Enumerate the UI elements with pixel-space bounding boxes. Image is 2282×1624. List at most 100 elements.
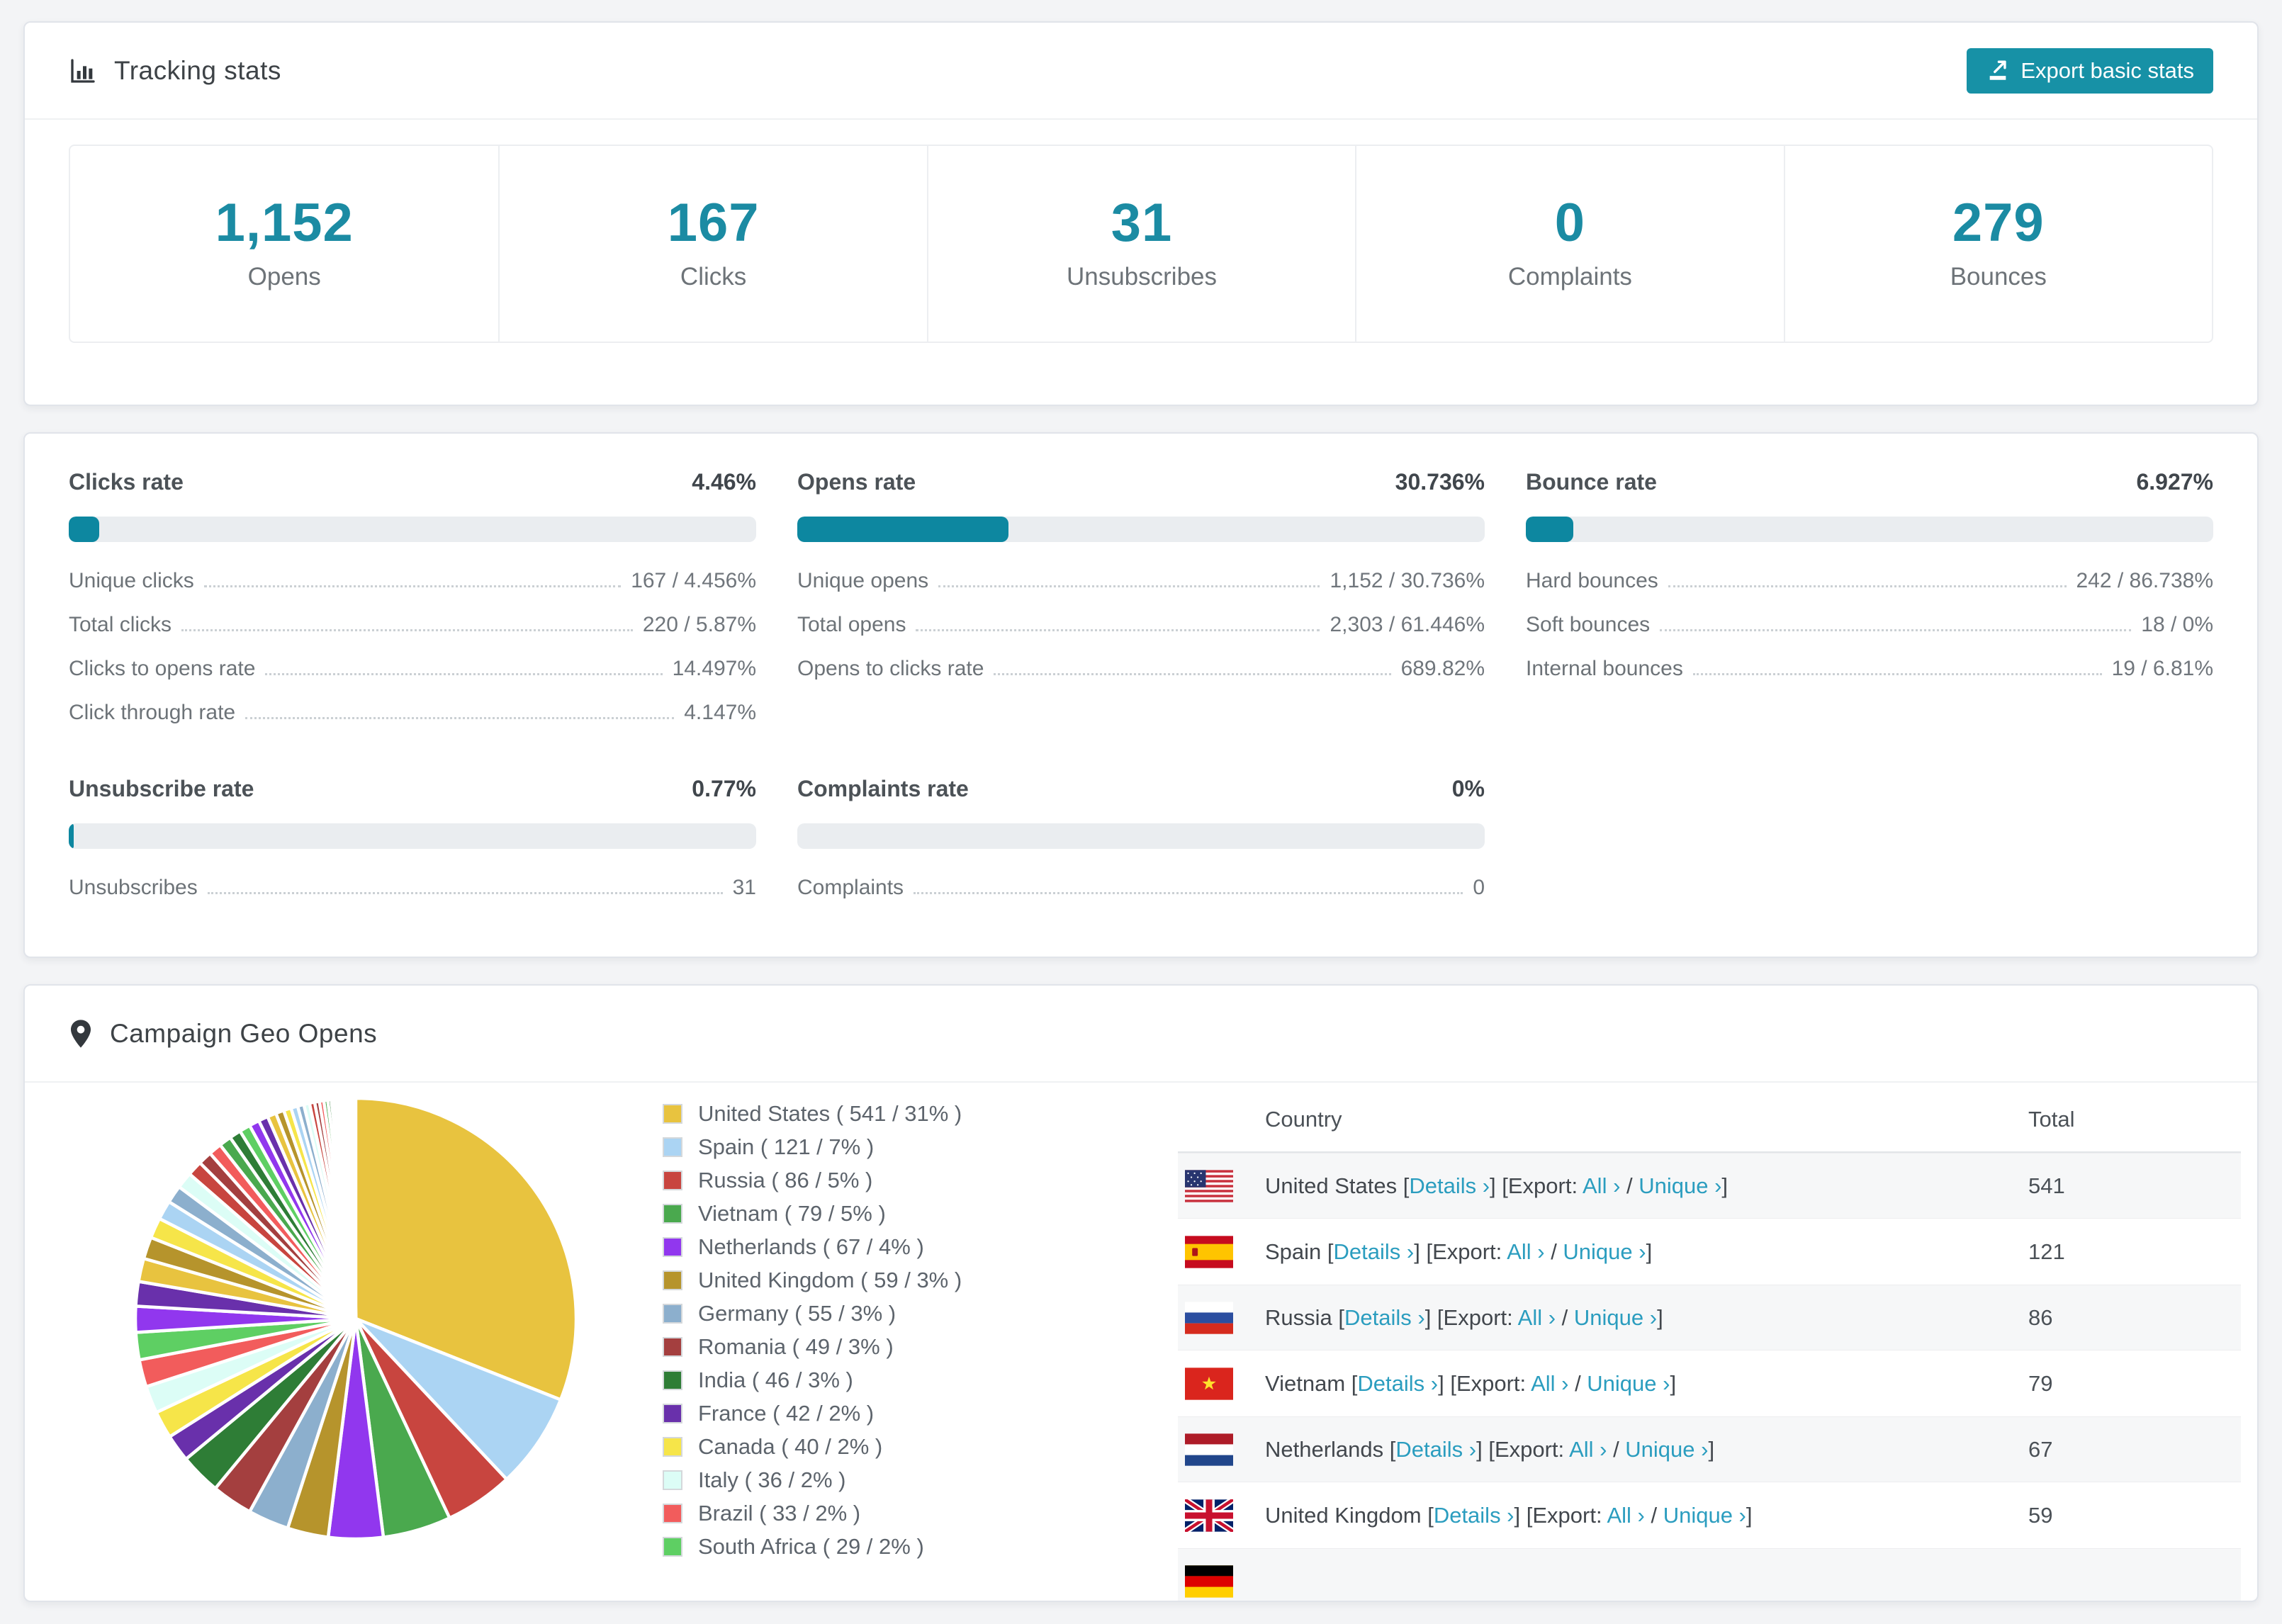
legend-item: Russia ( 86 / 5% ) bbox=[663, 1168, 962, 1193]
flag-gb-icon bbox=[1185, 1499, 1233, 1532]
rate-stat-value: 2,303 / 61.446% bbox=[1330, 613, 1485, 636]
geo-opens-table: Country Total United States [Details ›] [E… bbox=[1178, 1087, 2241, 1601]
rate-stat-row: Complaints 0 bbox=[797, 866, 1485, 910]
legend-item: Netherlands ( 67 / 4% ) bbox=[663, 1234, 962, 1260]
legend-swatch-icon bbox=[663, 1237, 682, 1257]
rate-stat-label: Click through rate bbox=[69, 701, 236, 724]
dotted-leader bbox=[207, 892, 723, 894]
details-link[interactable]: Details › bbox=[1395, 1437, 1476, 1462]
rate-stat-row: Click through rate 4.147% bbox=[69, 691, 756, 735]
legend-item: Romania ( 49 / 3% ) bbox=[663, 1334, 962, 1360]
summary-stat-label: Clicks bbox=[680, 263, 747, 291]
country-name: Vietnam bbox=[1265, 1370, 1351, 1396]
rate-section: Clicks rate 4.46% Unique clicks 167 / 4.… bbox=[69, 469, 756, 735]
rate-stat-label: Unique clicks bbox=[69, 569, 194, 592]
rate-stat-value: 167 / 4.456% bbox=[631, 569, 756, 592]
details-link[interactable]: Details › bbox=[1409, 1173, 1490, 1198]
rate-stat-label: Unsubscribes bbox=[69, 876, 198, 899]
export-unique-link[interactable]: Unique › bbox=[1587, 1371, 1670, 1396]
total-cell: 67 bbox=[2028, 1436, 2053, 1462]
flag-nl-icon bbox=[1185, 1433, 1233, 1466]
legend-label: Brazil ( 33 / 2% ) bbox=[698, 1501, 861, 1526]
rate-stat-value: 242 / 86.738% bbox=[2076, 569, 2214, 592]
legend-item: France ( 42 / 2% ) bbox=[663, 1401, 962, 1426]
export-all-link[interactable]: All › bbox=[1531, 1371, 1568, 1396]
pie-legend: United States ( 541 / 31% ) Spain ( 121 … bbox=[663, 1101, 962, 1567]
export-all-link[interactable]: All › bbox=[1607, 1503, 1644, 1528]
rate-section: Opens rate 30.736% Unique opens 1,152 / … bbox=[797, 469, 1485, 735]
rates-grid: Clicks rate 4.46% Unique clicks 167 / 4.… bbox=[69, 469, 2213, 910]
country-name: Netherlands bbox=[1265, 1436, 1390, 1462]
export-all-link[interactable]: All › bbox=[1569, 1437, 1607, 1462]
rate-stat-value: 18 / 0% bbox=[2141, 613, 2213, 636]
legend-swatch-icon bbox=[663, 1104, 682, 1124]
legend-item: Brazil ( 33 / 2% ) bbox=[663, 1501, 962, 1526]
legend-swatch-icon bbox=[663, 1337, 682, 1357]
bracket-text: ] bbox=[1746, 1502, 1753, 1528]
legend-label: Italy ( 36 / 2% ) bbox=[698, 1467, 846, 1492]
rate-stat-row: Unsubscribes 31 bbox=[69, 866, 756, 910]
flag-vn-icon bbox=[1185, 1367, 1233, 1400]
rate-progress-bar bbox=[1526, 517, 2213, 542]
rate-title: Opens rate bbox=[797, 469, 916, 495]
rates-card: Clicks rate 4.46% Unique clicks 167 / 4.… bbox=[23, 432, 2259, 958]
legend-label: United Kingdom ( 59 / 3% ) bbox=[698, 1268, 962, 1292]
details-link[interactable]: Details › bbox=[1344, 1305, 1425, 1330]
slash-text: / bbox=[1568, 1370, 1587, 1396]
export-unique-link[interactable]: Unique › bbox=[1563, 1239, 1646, 1264]
rate-stat-value: 220 / 5.87% bbox=[642, 613, 756, 636]
legend-item: Germany ( 55 / 3% ) bbox=[663, 1301, 962, 1326]
legend-item: United Kingdom ( 59 / 3% ) bbox=[663, 1268, 962, 1293]
dotted-leader bbox=[1692, 673, 2102, 675]
rate-section: Bounce rate 6.927% Hard bounces 242 / 86… bbox=[1526, 469, 2213, 735]
export-button-label: Export basic stats bbox=[2020, 57, 2194, 83]
country-cell: Netherlands [Details ›] [Export: All › /… bbox=[1265, 1437, 2028, 1462]
legend-label: Russia ( 86 / 5% ) bbox=[698, 1168, 873, 1192]
details-link[interactable]: Details › bbox=[1434, 1503, 1514, 1528]
country-column-header: Country bbox=[1265, 1106, 1342, 1132]
country-cell: Vietnam [Details ›] [Export: All › / Uni… bbox=[1265, 1371, 2028, 1397]
export-unique-link[interactable]: Unique › bbox=[1639, 1173, 1721, 1198]
legend-label: Romania ( 49 / 3% ) bbox=[698, 1334, 894, 1359]
legend-swatch-icon bbox=[663, 1404, 682, 1423]
table-row: United States [Details ›] [Export: All ›… bbox=[1178, 1153, 2241, 1219]
export-all-link[interactable]: All › bbox=[1518, 1305, 1556, 1330]
rate-value: 0.77% bbox=[692, 776, 756, 801]
export-unique-link[interactable]: Unique › bbox=[1625, 1437, 1708, 1462]
total-cell: 86 bbox=[2028, 1304, 2053, 1330]
flag-de-icon bbox=[1185, 1564, 1233, 1598]
details-link[interactable]: Details › bbox=[1334, 1239, 1415, 1264]
dotted-leader bbox=[916, 629, 1320, 631]
export-all-link[interactable]: All › bbox=[1507, 1239, 1544, 1264]
country-cell: Russia [Details ›] [Export: All › / Uniq… bbox=[1265, 1305, 2028, 1331]
rate-stat-label: Hard bounces bbox=[1526, 569, 1658, 592]
summary-stat-value: 0 bbox=[1554, 193, 1586, 253]
legend-swatch-icon bbox=[663, 1370, 682, 1390]
bracket-text: ] bbox=[1657, 1304, 1663, 1330]
tracking-stats-header: Tracking stats Export basic stats bbox=[25, 23, 2257, 118]
export-all-link[interactable]: All › bbox=[1583, 1173, 1620, 1198]
legend-swatch-icon bbox=[663, 1204, 682, 1224]
export-unique-link[interactable]: Unique › bbox=[1574, 1305, 1657, 1330]
rate-stat-label: Complaints bbox=[797, 876, 904, 899]
rate-stat-row: Total clicks 220 / 5.87% bbox=[69, 603, 756, 647]
legend-label: Vietnam ( 79 / 5% ) bbox=[698, 1201, 886, 1226]
legend-swatch-icon bbox=[663, 1171, 682, 1190]
legend-item: Vietnam ( 79 / 5% ) bbox=[663, 1201, 962, 1227]
map-pin-icon bbox=[69, 1019, 93, 1049]
divider bbox=[25, 118, 2257, 120]
details-link[interactable]: Details › bbox=[1357, 1371, 1438, 1396]
export-unique-link[interactable]: Unique › bbox=[1663, 1503, 1746, 1528]
export-basic-stats-button[interactable]: Export basic stats bbox=[1967, 47, 2213, 94]
rate-stat-value: 689.82% bbox=[1400, 657, 1485, 680]
rate-section: Complaints rate 0% Complaints 0 bbox=[797, 776, 1485, 910]
rate-stat-label: Opens to clicks rate bbox=[797, 657, 984, 680]
page: Tracking stats Export basic stats 1,152 … bbox=[0, 0, 2282, 1602]
bracket-text: ] bbox=[1721, 1173, 1729, 1198]
rate-stat-value: 4.147% bbox=[684, 701, 756, 724]
legend-item: Italy ( 36 / 2% ) bbox=[663, 1467, 962, 1493]
bracket-text: ] [Export: bbox=[1490, 1173, 1583, 1198]
rate-stat-label: Soft bounces bbox=[1526, 613, 1651, 636]
dotted-leader bbox=[1660, 629, 2132, 631]
summary-stats-box: 1,152 Opens 167 Clicks 31 Unsubscribes 0… bbox=[69, 145, 2213, 343]
